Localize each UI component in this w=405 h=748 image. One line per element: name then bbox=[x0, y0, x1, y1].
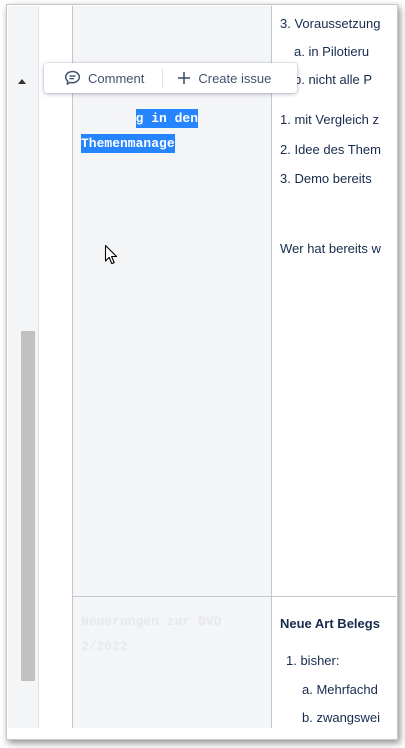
comment-button[interactable]: Comment bbox=[44, 63, 154, 93]
toolbar-divider bbox=[162, 69, 164, 87]
list-item: 1. bisher: bbox=[286, 653, 340, 668]
create-issue-button[interactable]: Create issue bbox=[167, 63, 281, 93]
topic-line-1: Einstieg in den bbox=[81, 109, 199, 128]
scroll-up-arrow-icon[interactable] bbox=[18, 79, 26, 84]
table-cell-details[interactable]: Neue Art Belegs 1. bisher: a. Mehrfachd … bbox=[272, 597, 396, 728]
table-cell-topic[interactable]: Neuerungen zur DVD 2/2022 bbox=[73, 597, 272, 728]
list-item: 3. Voraussetzung bbox=[280, 16, 381, 31]
create-issue-label: Create issue bbox=[198, 70, 272, 86]
scrollbar-thumb[interactable] bbox=[21, 331, 35, 681]
selected-text: Themenmanage bbox=[81, 134, 175, 153]
list-item: b. nicht alle P bbox=[294, 72, 373, 87]
plus-icon bbox=[178, 72, 191, 84]
topic-line-1: Neuerungen zur DVD bbox=[81, 614, 222, 629]
mouse-pointer-icon bbox=[104, 244, 118, 265]
topic-text[interactable]: Einstieg in den Themenmanage bbox=[81, 106, 199, 156]
list-item: a. in Pilotieru bbox=[294, 44, 370, 59]
selection-toolbar: Comment Create issue bbox=[44, 63, 297, 93]
selected-text: g in den bbox=[135, 109, 199, 128]
section-heading: Neue Art Belegs bbox=[280, 616, 380, 631]
topic-text[interactable]: Neuerungen zur DVD 2/2022 bbox=[81, 609, 221, 659]
list-item: 3. Demo bereits bbox=[280, 171, 372, 186]
paragraph-text: Wer hat bereits w bbox=[280, 241, 381, 256]
topic-line-2: Themenmanage bbox=[81, 131, 198, 156]
list-item: 1. mit Vergleich z bbox=[280, 112, 379, 127]
content-table: Einstieg in den Themenmanage Neuerungen … bbox=[72, 6, 396, 728]
list-item: a. Mehrfachd bbox=[302, 682, 378, 697]
comment-label: Comment bbox=[88, 70, 145, 86]
scrollbar[interactable] bbox=[8, 6, 39, 728]
list-item: b. zwangswei bbox=[302, 710, 381, 725]
topic-line-2: 2/2022 bbox=[81, 639, 128, 654]
table-cell-topic[interactable]: Einstieg in den Themenmanage bbox=[73, 6, 272, 597]
comment-icon bbox=[64, 70, 81, 85]
list-item: 2. Idee des Them bbox=[280, 142, 381, 157]
table-cell-details[interactable]: 3. Voraussetzung a. in Pilotieru b. nich… bbox=[272, 6, 396, 597]
